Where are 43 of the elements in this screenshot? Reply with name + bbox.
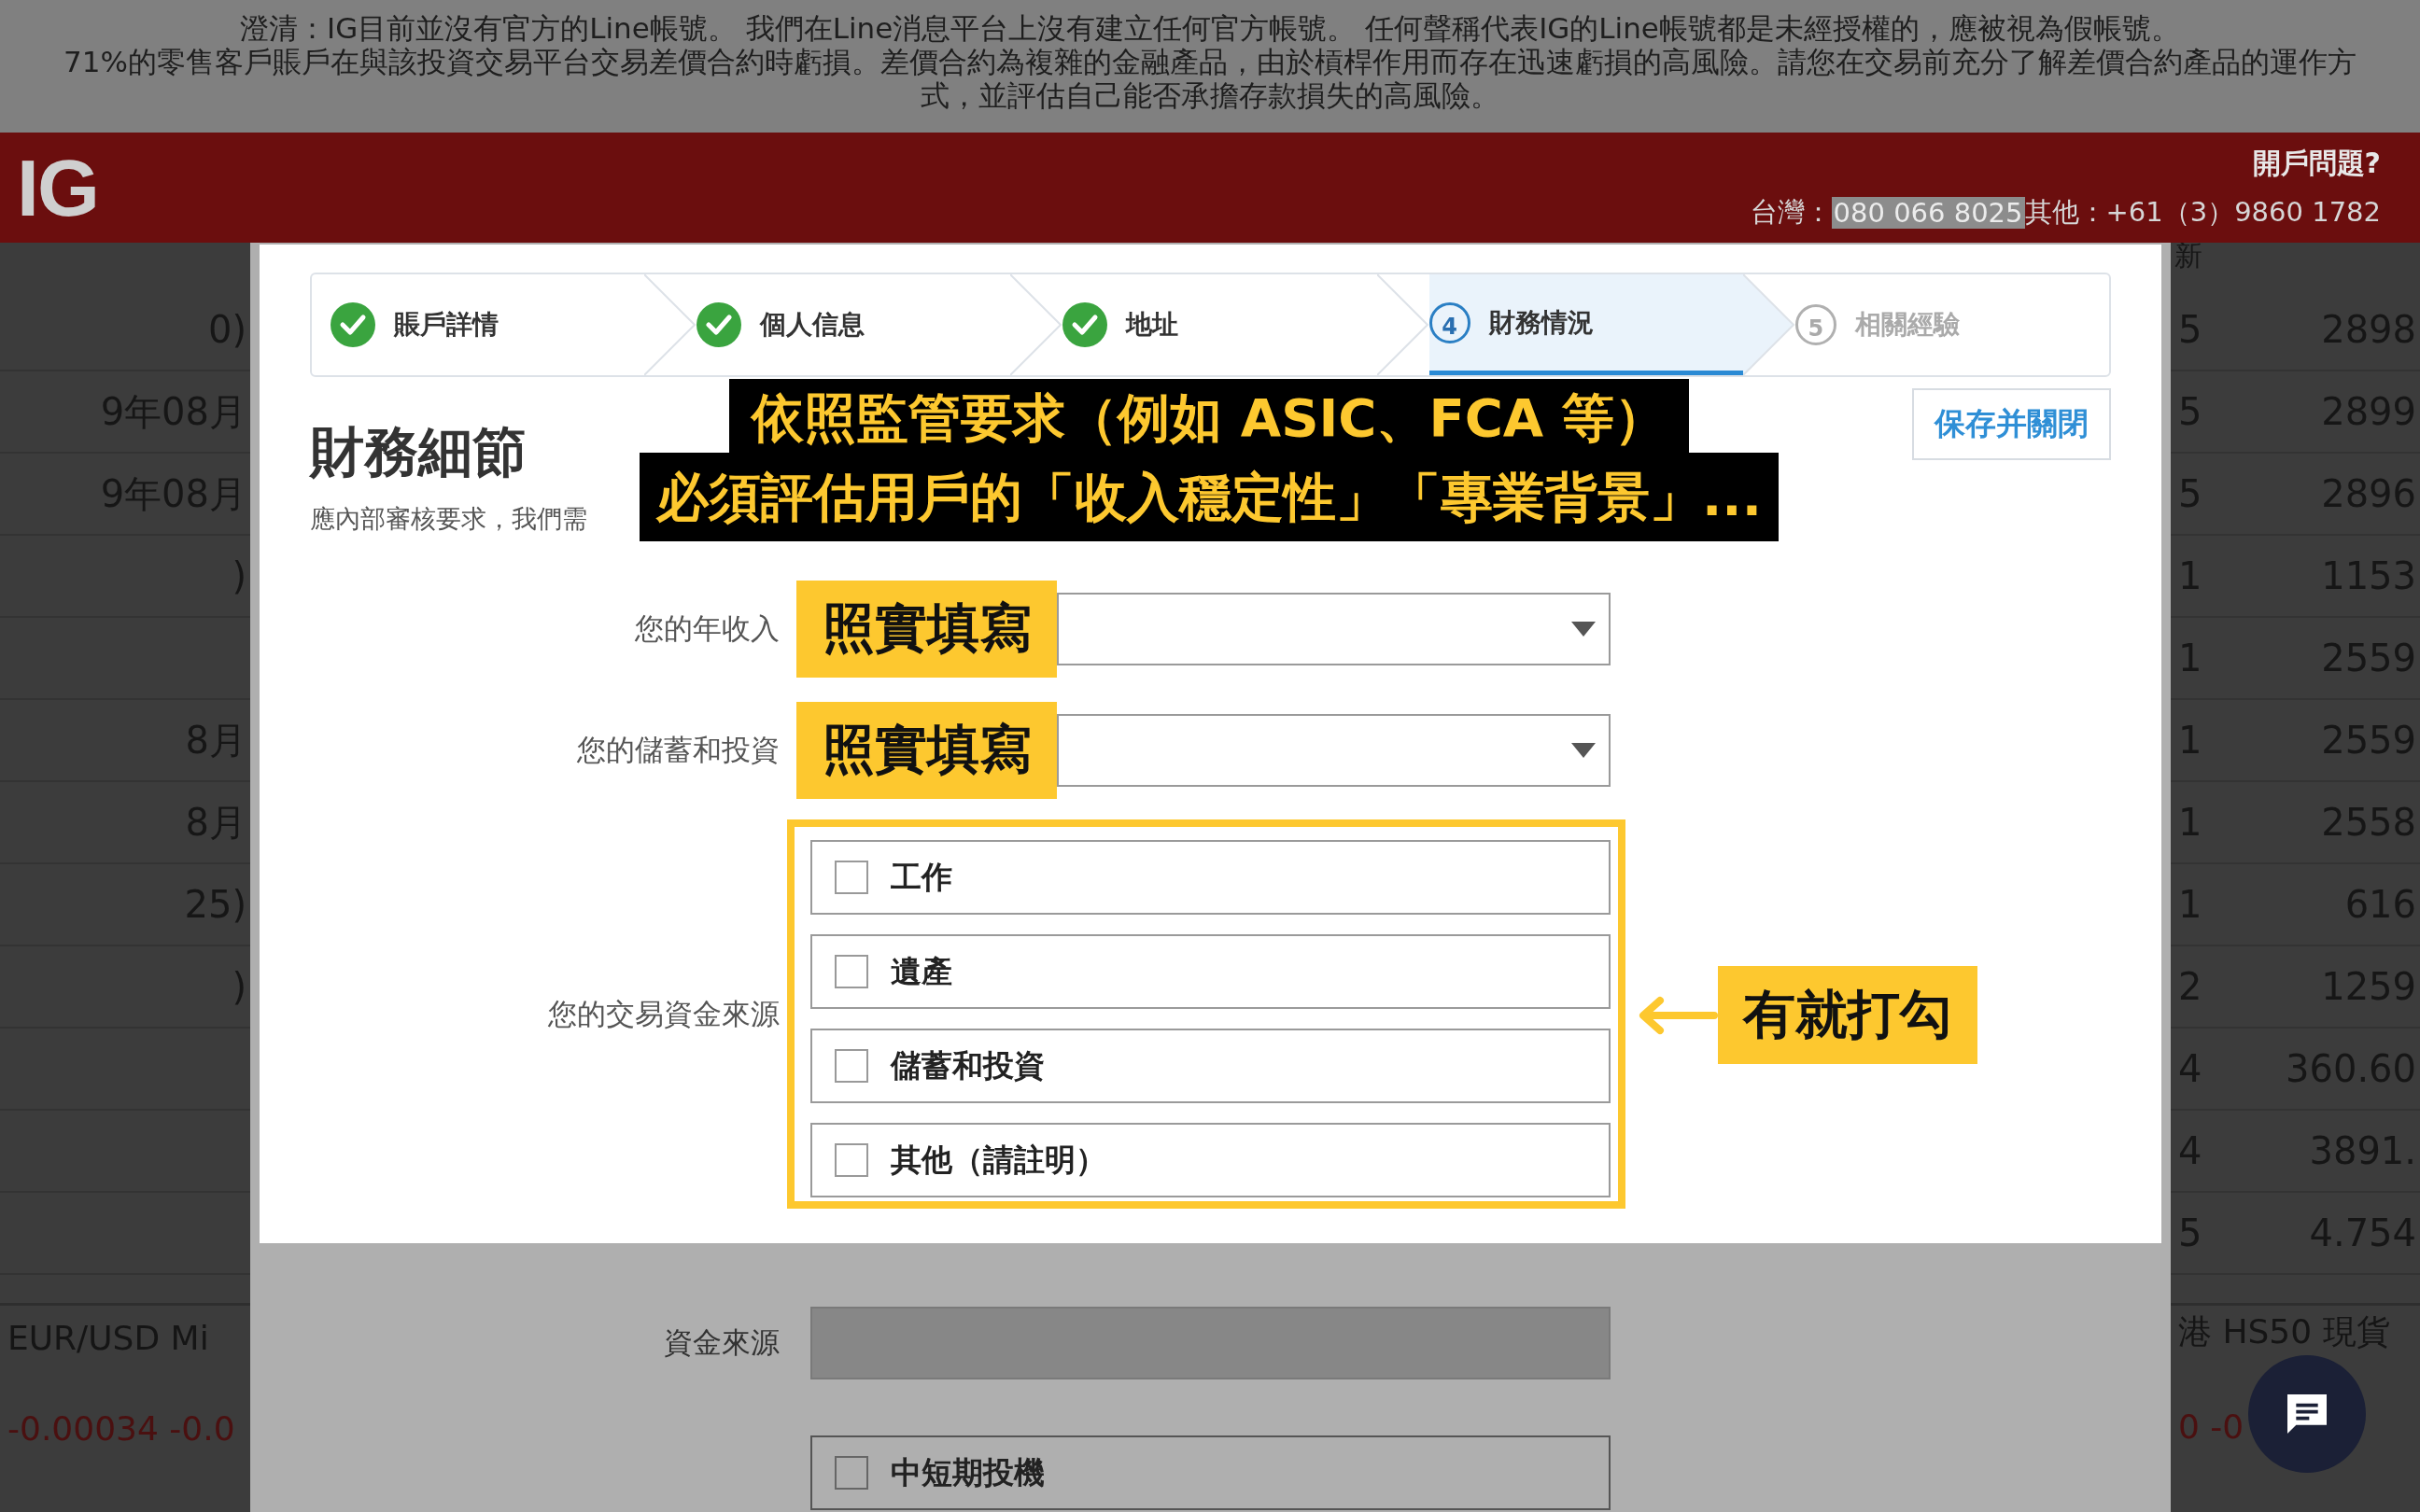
field-label: 資金來源 bbox=[663, 1324, 780, 1361]
step-label: 財務情況 bbox=[1488, 305, 1594, 340]
disclaimer-text: 71%的零售客戶賬戶在與該投資交易平台交易差價合約時虧損。差價合約為複雜的金融產品，由於槓桿作用而存在迅速虧損的高風險。請您在交易前充分了解差價合約產品的運作方式，並評估自己能否承擔存款損失的高風險。 bbox=[63, 45, 2357, 112]
checkbox-option[interactable]: 其他（請註明） bbox=[810, 1123, 1611, 1197]
field-label: 您的交易資金來源 bbox=[547, 995, 780, 1032]
page-title: 財務細節 bbox=[310, 419, 528, 485]
step-number: 5 bbox=[1794, 304, 1836, 345]
field-label: 您的年收入 bbox=[634, 610, 780, 647]
annotation-text: 必須評估用戶的「收入穩定性」「專業背景」... bbox=[640, 452, 1779, 541]
step-tab[interactable]: 個人信息 bbox=[696, 274, 1011, 375]
annotation-tag: 有就打勾 bbox=[1718, 966, 1977, 1064]
annotation-text: 依照監管要求（例如 ASIC、FCA 等） bbox=[729, 379, 1689, 453]
logo[interactable]: IG bbox=[17, 141, 98, 234]
phone-label: 台灣： bbox=[1750, 194, 1832, 230]
caret-icon bbox=[1571, 743, 1596, 758]
step-label: 個人信息 bbox=[760, 308, 865, 342]
checkbox[interactable] bbox=[835, 861, 868, 894]
step-tab[interactable]: 賬戶詳情 bbox=[312, 274, 645, 375]
select-field[interactable] bbox=[1057, 714, 1611, 787]
checkbox-option[interactable]: 儲蓄和投資 bbox=[810, 1029, 1611, 1103]
table-cell: ) bbox=[232, 965, 246, 1008]
subtitle: 應內部審核要求，我們需 bbox=[310, 503, 587, 535]
step-number: 4 bbox=[1428, 301, 1470, 343]
checkbox-option[interactable]: 工作 bbox=[810, 840, 1611, 915]
annotation-tag: 照實填寫 bbox=[796, 581, 1057, 678]
caret-icon bbox=[1571, 622, 1596, 637]
disclaimer-text: 澄清：IG目前並沒有官方的Line帳號。 我們在Line消息平台上沒有建立任何官方帳號。 任何聲稱代表IG的Line帳號都是未經授權的，應被視為假帳號。 bbox=[240, 11, 2180, 45]
checkbox[interactable] bbox=[835, 955, 868, 988]
select-field[interactable] bbox=[1057, 593, 1611, 665]
checkbox[interactable] bbox=[835, 1456, 868, 1490]
checkbox[interactable] bbox=[835, 1143, 868, 1177]
step-tab[interactable]: 地址 bbox=[1062, 274, 1377, 375]
step-label: 相關經驗 bbox=[1854, 308, 1960, 342]
step-label: 賬戶詳情 bbox=[394, 308, 499, 342]
checkbox-option[interactable]: 中短期投機 bbox=[810, 1435, 1611, 1510]
field-label: 您的儲蓄和投資 bbox=[576, 732, 780, 768]
checkbox-option[interactable]: 遺產 bbox=[810, 934, 1611, 1009]
step-label: 地址 bbox=[1126, 308, 1179, 342]
table-cell: ) bbox=[232, 554, 246, 597]
annotation-tag: 照實填寫 bbox=[796, 702, 1057, 799]
checkbox[interactable] bbox=[835, 1049, 868, 1083]
phone-number: 其他：+61（3）9860 1782 bbox=[2024, 194, 2381, 230]
help-title: 開戶問題? bbox=[2252, 145, 2381, 181]
